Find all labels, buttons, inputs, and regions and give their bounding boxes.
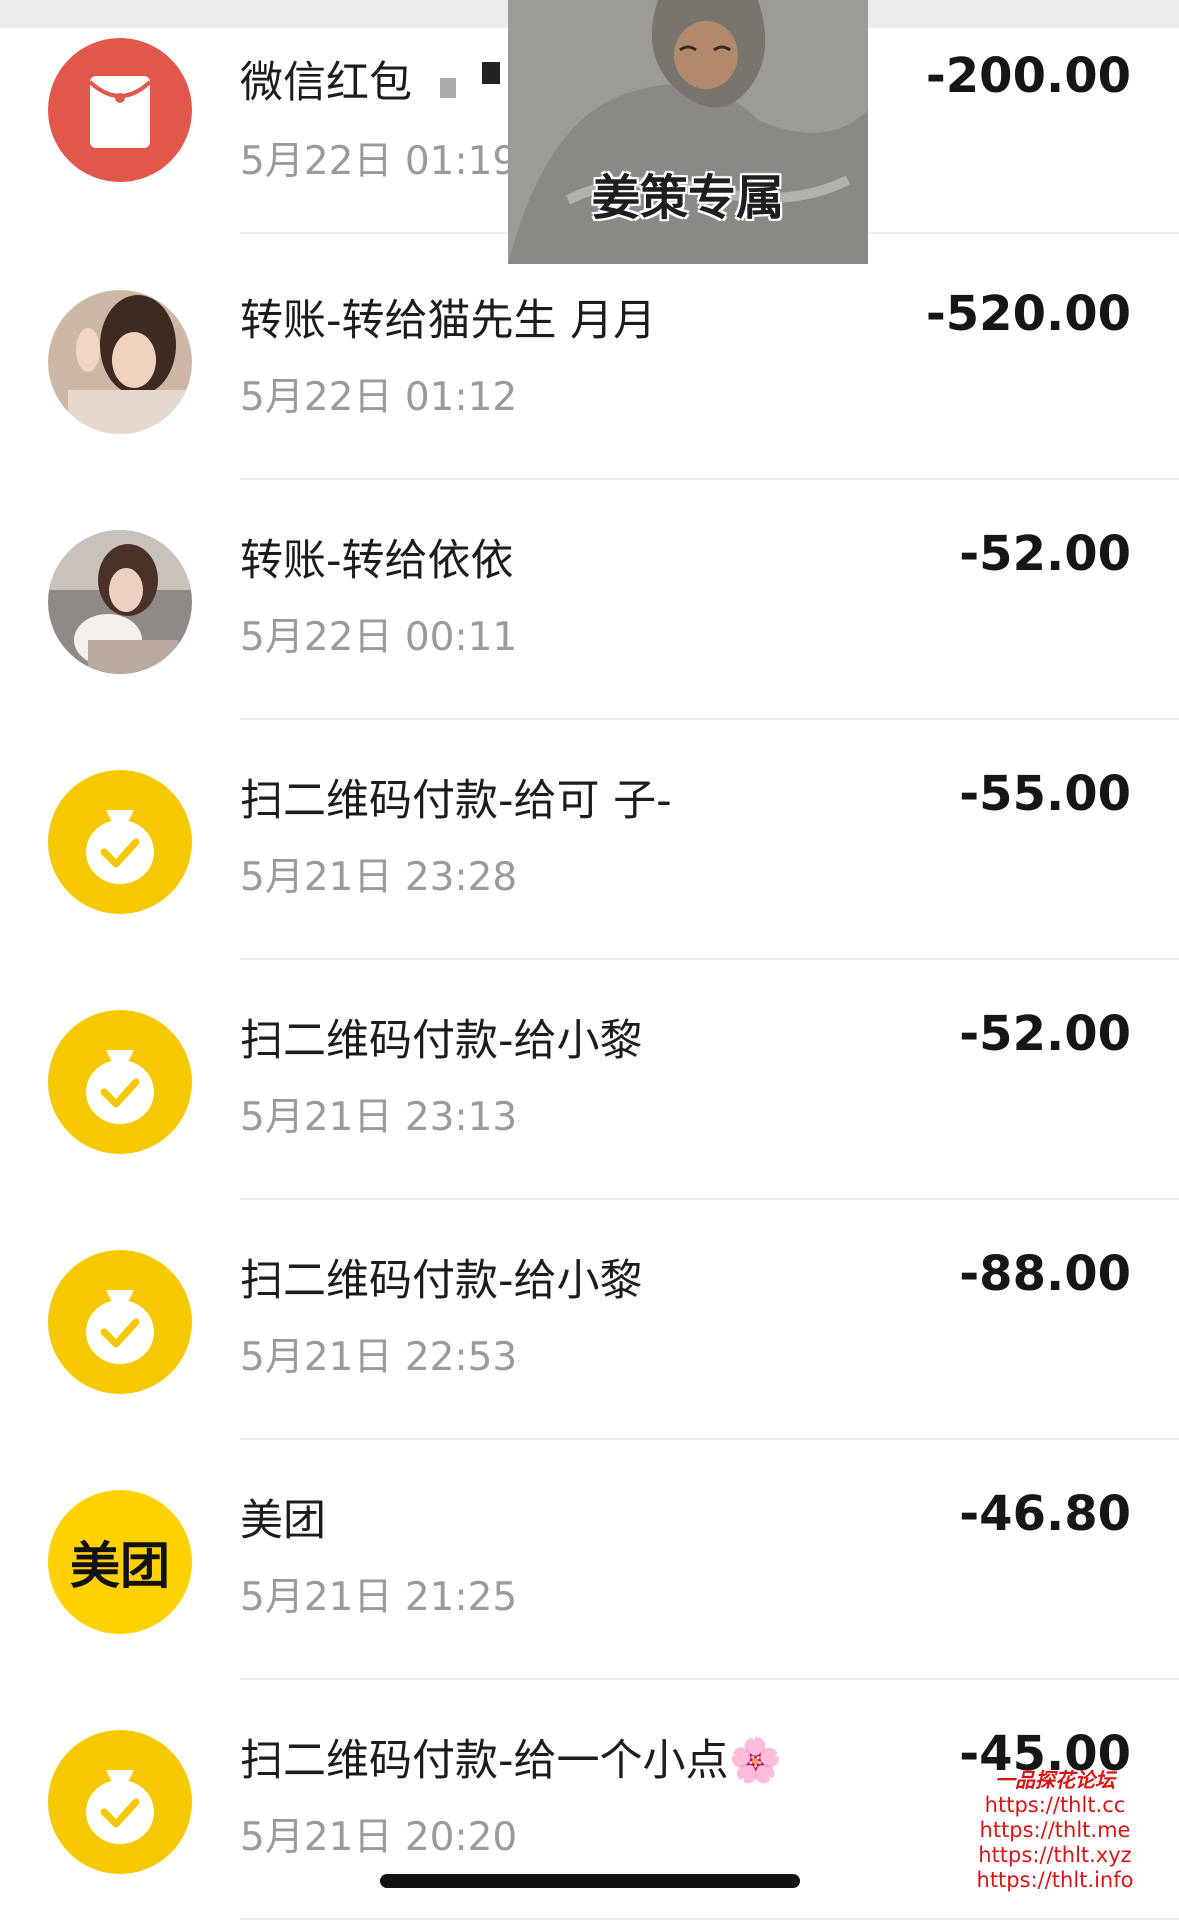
transaction-time: 5月21日 21:25	[240, 1575, 518, 1620]
transaction-amount: -520.00	[925, 286, 1131, 342]
transaction-title: 扫二维码付款-给小黎	[240, 1016, 643, 1066]
watermark-url: https://thlt.me	[979, 1818, 1131, 1842]
transaction-amount: -88.00	[959, 1246, 1131, 1302]
transaction-time: 5月21日 22:53	[240, 1335, 518, 1380]
transaction-title: 扫二维码付款-给可 子-	[240, 776, 672, 826]
transaction-row[interactable]: 扫二维码付款-给小黎 5月21日 23:13 -52.00	[0, 960, 1179, 1200]
meituan-logo: 美团	[48, 1490, 192, 1634]
transaction-amount: -55.00	[959, 766, 1131, 822]
transaction-title: 微信红包	[240, 58, 412, 108]
money-bag-icon	[48, 1730, 192, 1874]
transaction-title: 扫二维码付款-给小黎	[240, 1256, 643, 1306]
transaction-amount: -46.80	[959, 1486, 1131, 1542]
masked-text	[440, 78, 456, 98]
transaction-row[interactable]: 扫二维码付款-给可 子- 5月21日 23:28 -55.00	[0, 720, 1179, 960]
transaction-row[interactable]: 美团 美团 5月21日 21:25 -46.80	[0, 1440, 1179, 1680]
sticker-caption: 姜策专属	[591, 170, 784, 226]
transaction-time: 5月21日 23:13	[240, 1095, 518, 1140]
money-bag-icon	[48, 770, 192, 914]
transaction-amount: -200.00	[925, 48, 1131, 104]
forum-watermark: 一品探花论坛 https://thlt.cc https://thlt.me h…	[955, 1764, 1155, 1893]
meituan-logo-text: 美团	[70, 1537, 170, 1595]
home-indicator	[380, 1874, 800, 1888]
watermark-url: https://thlt.xyz	[978, 1843, 1132, 1867]
money-bag-icon	[48, 1010, 192, 1154]
user-avatar-photo	[48, 530, 192, 674]
transaction-time: 5月22日 00:11	[240, 615, 518, 660]
watermark-url: https://thlt.cc	[984, 1793, 1126, 1817]
watermark-title: 一品探花论坛	[995, 1768, 1115, 1792]
money-bag-icon	[48, 1250, 192, 1394]
transaction-amount: -52.00	[959, 1006, 1131, 1062]
watermark-url: https://thlt.info	[976, 1868, 1134, 1892]
transaction-title: 转账-转给依依	[240, 536, 514, 586]
transaction-title: 扫二维码付款-给一个小点🌸	[240, 1726, 782, 1788]
transaction-amount: -52.00	[959, 526, 1131, 582]
transaction-time: 5月22日 01:12	[240, 375, 518, 420]
user-avatar-photo	[48, 290, 192, 434]
red-packet-icon	[48, 38, 192, 182]
transaction-row[interactable]: 转账-转给猫先生 月月 5月22日 01:12 -520.00	[0, 240, 1179, 480]
masked-text	[482, 62, 500, 84]
transaction-title: 美团	[240, 1496, 326, 1546]
transaction-row[interactable]: 转账-转给依依 5月22日 00:11 -52.00	[0, 480, 1179, 720]
transaction-row[interactable]: 扫二维码付款-给小黎 5月21日 22:53 -88.00	[0, 1200, 1179, 1440]
transaction-time: 5月21日 23:28	[240, 855, 518, 900]
transaction-title: 转账-转给猫先生 月月	[240, 296, 657, 346]
flower-emoji: 🌸	[728, 1736, 783, 1786]
transaction-time: 5月21日 20:20	[240, 1815, 518, 1860]
transaction-title-text: 扫二维码付款-给一个小点	[240, 1736, 729, 1786]
transaction-time: 5月22日 01:19	[240, 139, 518, 184]
cat-sticker: 姜策专属	[508, 0, 868, 264]
